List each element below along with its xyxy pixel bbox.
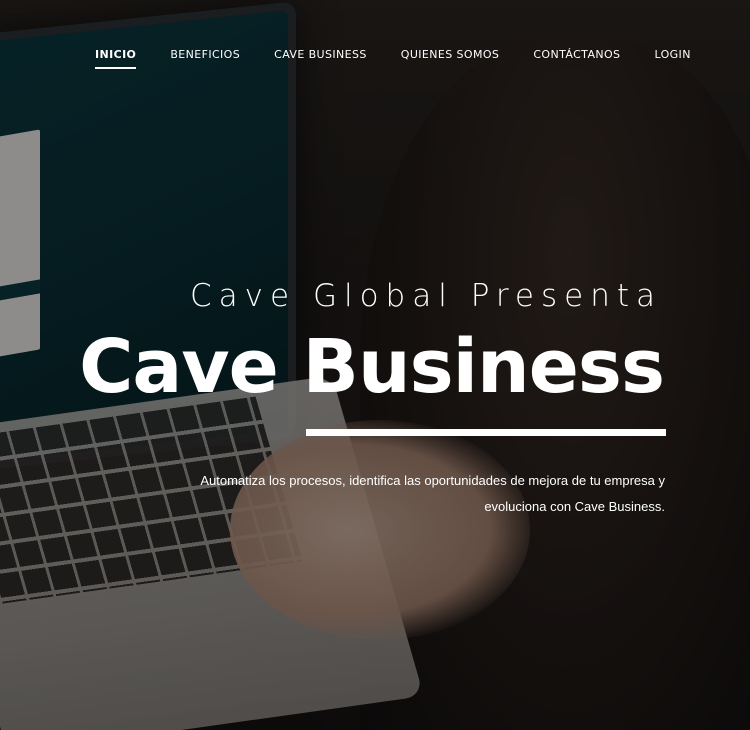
hero-subtitle-line-2: evoluciona con Cave Business.: [484, 499, 665, 514]
nav-contactanos[interactable]: CONTÁCTANOS: [533, 48, 620, 69]
nav-cave-business[interactable]: CAVE BUSINESS: [274, 48, 367, 69]
nav-quienes-somos[interactable]: QUIENES SOMOS: [401, 48, 500, 69]
hero-pretitle: Cave Global Presenta: [190, 278, 662, 314]
nav-beneficios[interactable]: BENEFICIOS: [170, 48, 240, 69]
hero-section: INICIO BENEFICIOS CAVE BUSINESS QUIENES …: [0, 0, 750, 730]
nav-inicio[interactable]: INICIO: [95, 48, 137, 69]
hero-subtitle: Automatiza los procesos, identifica las …: [145, 468, 665, 520]
hero-title: Cave Business: [79, 324, 665, 410]
main-navigation: INICIO BENEFICIOS CAVE BUSINESS QUIENES …: [95, 48, 690, 69]
title-underline: [306, 429, 666, 436]
hero-subtitle-line-1: Automatiza los procesos, identifica las …: [200, 473, 665, 488]
nav-login[interactable]: LOGIN: [654, 48, 690, 69]
